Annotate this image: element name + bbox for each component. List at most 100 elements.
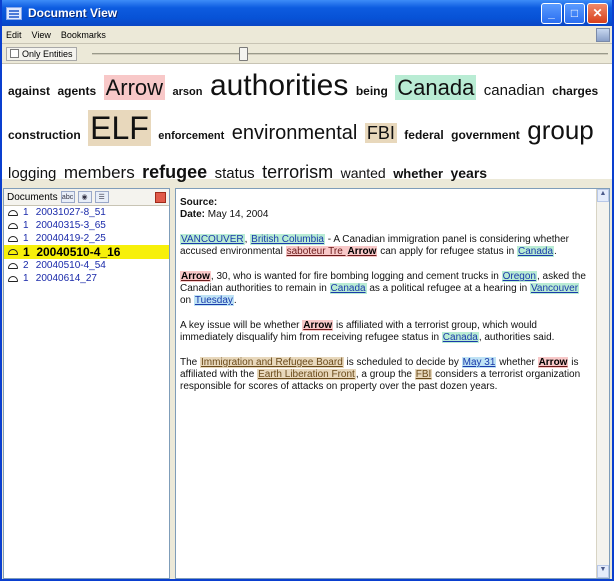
entity-loc[interactable]: Vancouver: [530, 283, 580, 294]
entity-per[interactable]: Arrow: [346, 246, 378, 257]
entity-per[interactable]: Arrow: [180, 271, 211, 282]
cloud-word[interactable]: enforcement: [158, 130, 224, 142]
cloud-word[interactable]: members: [64, 163, 135, 182]
entity-org[interactable]: Earth Liberation Front: [257, 369, 356, 380]
cloud-word[interactable]: status: [215, 165, 255, 182]
eye-icon[interactable]: [8, 262, 18, 269]
document-id: 20040419-2_25: [33, 233, 106, 244]
maximize-button[interactable]: □: [564, 2, 585, 24]
entity-loc[interactable]: Canada: [441, 332, 479, 343]
main-panes: Documents abc ◉ ☰ 1 20031027-8_51 1 20040…: [2, 188, 612, 579]
eye-icon[interactable]: [8, 235, 18, 242]
cloud-word[interactable]: being: [356, 84, 388, 98]
scroll-up-icon[interactable]: ▲: [597, 189, 609, 202]
cloud-word[interactable]: environmental: [232, 122, 358, 144]
document-id: 20040614_27: [33, 273, 97, 284]
article-paragraph: A key issue will be whether Arrow is aff…: [180, 320, 555, 343]
cloud-word[interactable]: agents: [57, 84, 96, 98]
cloud-word[interactable]: canadian: [484, 82, 545, 99]
entity-org[interactable]: FBI: [414, 369, 433, 380]
document-row[interactable]: 1 20040315-3_65: [4, 219, 169, 232]
list-icon[interactable]: ☰: [94, 191, 109, 203]
document-id: 20031027-8_51: [33, 207, 106, 218]
cloud-word[interactable]: charges: [552, 84, 598, 98]
cloud-word[interactable]: federal: [404, 128, 443, 142]
documents-panel: Documents abc ◉ ☰ 1 20031027-8_51 1 20040…: [3, 188, 170, 579]
entity-date[interactable]: May 31: [461, 357, 497, 368]
documents-title: Documents: [7, 191, 58, 203]
cloud-word[interactable]: group: [527, 115, 594, 145]
cloud-word[interactable]: wanted: [341, 165, 386, 181]
only-entities-toggle[interactable]: Only Entities: [6, 46, 77, 61]
cloud-word[interactable]: refugee: [142, 162, 207, 182]
cloud-word[interactable]: years: [450, 165, 487, 181]
cloud-word[interactable]: logging: [8, 165, 56, 182]
menu-bookmarks[interactable]: Bookmarks: [61, 30, 106, 40]
document-row[interactable]: 1 20040510-4_16: [4, 245, 169, 259]
cloud-word[interactable]: authorities: [210, 69, 348, 102]
cloud-word[interactable]: arson: [173, 86, 203, 98]
entity-per[interactable]: Arrow: [537, 357, 569, 368]
threshold-slider-track[interactable]: [92, 53, 608, 55]
entity-loc[interactable]: British Columbia: [250, 234, 325, 245]
window-title: Document View: [28, 6, 118, 20]
document-row[interactable]: 1 20031027-8_51: [4, 206, 169, 219]
menu-edit[interactable]: Edit: [6, 30, 22, 40]
cloud-word[interactable]: Canada: [395, 75, 477, 100]
entity-loc[interactable]: Oregon: [501, 271, 537, 282]
document-count: 1: [23, 273, 29, 284]
document-id: 20040510-4_16: [33, 245, 121, 259]
menu-view[interactable]: View: [32, 30, 51, 40]
document-count: 1: [23, 220, 29, 231]
document-id: 20040315-3_65: [33, 220, 106, 231]
threshold-slider-handle[interactable]: [239, 47, 248, 61]
cloud-word[interactable]: against: [8, 84, 50, 98]
entity-date[interactable]: Tuesday: [193, 295, 234, 306]
article-paragraph: Arrow, 30, who is wanted for fire bombin…: [180, 271, 586, 306]
entity-per[interactable]: saboteur Tre: [285, 246, 347, 257]
abc-sort-icon[interactable]: abc: [60, 191, 75, 203]
article-paragraph: VANCOUVER, British Columbia - A Canadian…: [180, 234, 570, 257]
eye-icon[interactable]: ◉: [77, 191, 92, 203]
document-id: 20040510-4_54: [33, 260, 106, 271]
cloud-word[interactable]: Arrow: [103, 75, 166, 100]
entity-per[interactable]: Arrow: [302, 320, 334, 331]
scroll-down-icon[interactable]: ▼: [597, 565, 609, 578]
document-view-window: Document View _ □ ✕ Edit View Bookmarks …: [0, 0, 614, 581]
entity-loc[interactable]: Canada: [329, 283, 367, 294]
cloud-word[interactable]: whether: [393, 166, 443, 181]
cloud-word[interactable]: FBI: [364, 123, 397, 143]
cloud-word[interactable]: terrorism: [262, 162, 333, 182]
eye-icon[interactable]: [8, 275, 18, 282]
close-button[interactable]: ✕: [587, 2, 608, 24]
minimize-button[interactable]: _: [541, 2, 562, 24]
eye-icon[interactable]: [8, 222, 18, 229]
source-line: Source:: [180, 197, 591, 209]
article-body: VANCOUVER, British Columbia - A Canadian…: [180, 234, 591, 393]
title-bar[interactable]: Document View _ □ ✕: [2, 0, 612, 26]
document-row[interactable]: 1 20040419-2_25: [4, 232, 169, 245]
only-entities-checkbox[interactable]: [10, 49, 19, 58]
document-row[interactable]: 2 20040510-4_54: [4, 259, 169, 272]
eye-icon[interactable]: [8, 249, 18, 255]
eye-icon[interactable]: [8, 209, 18, 216]
document-row[interactable]: 1 20040614_27: [4, 272, 169, 285]
source-label: Source:: [180, 197, 218, 208]
documents-header: Documents abc ◉ ☰: [4, 189, 169, 206]
close-panel-icon[interactable]: [155, 191, 166, 203]
cloud-word[interactable]: ELF: [88, 110, 151, 146]
entity-loc[interactable]: Canada: [516, 246, 555, 257]
date-label: Date:: [180, 209, 206, 220]
article-panel: Source: Date: May 14, 2004 VANCOUVER, Br…: [175, 188, 610, 579]
entity-org[interactable]: Immigration and Refugee Board: [200, 357, 344, 368]
entity-loc[interactable]: VANCOUVER: [180, 234, 245, 245]
date-value: May 14, 2004: [207, 209, 269, 220]
cloud-word[interactable]: government: [451, 128, 520, 142]
vertical-scrollbar[interactable]: ▲ ▼: [596, 189, 609, 578]
cloud-word[interactable]: construction: [8, 128, 81, 142]
document-count: 1: [23, 207, 29, 218]
word-cloud: against agents Arrow arson authorities b…: [2, 64, 612, 182]
article-paragraph: The Immigration and Refugee Board is sch…: [180, 357, 581, 392]
date-line: Date: May 14, 2004: [180, 209, 591, 221]
toolbar-icon[interactable]: [596, 27, 610, 42]
